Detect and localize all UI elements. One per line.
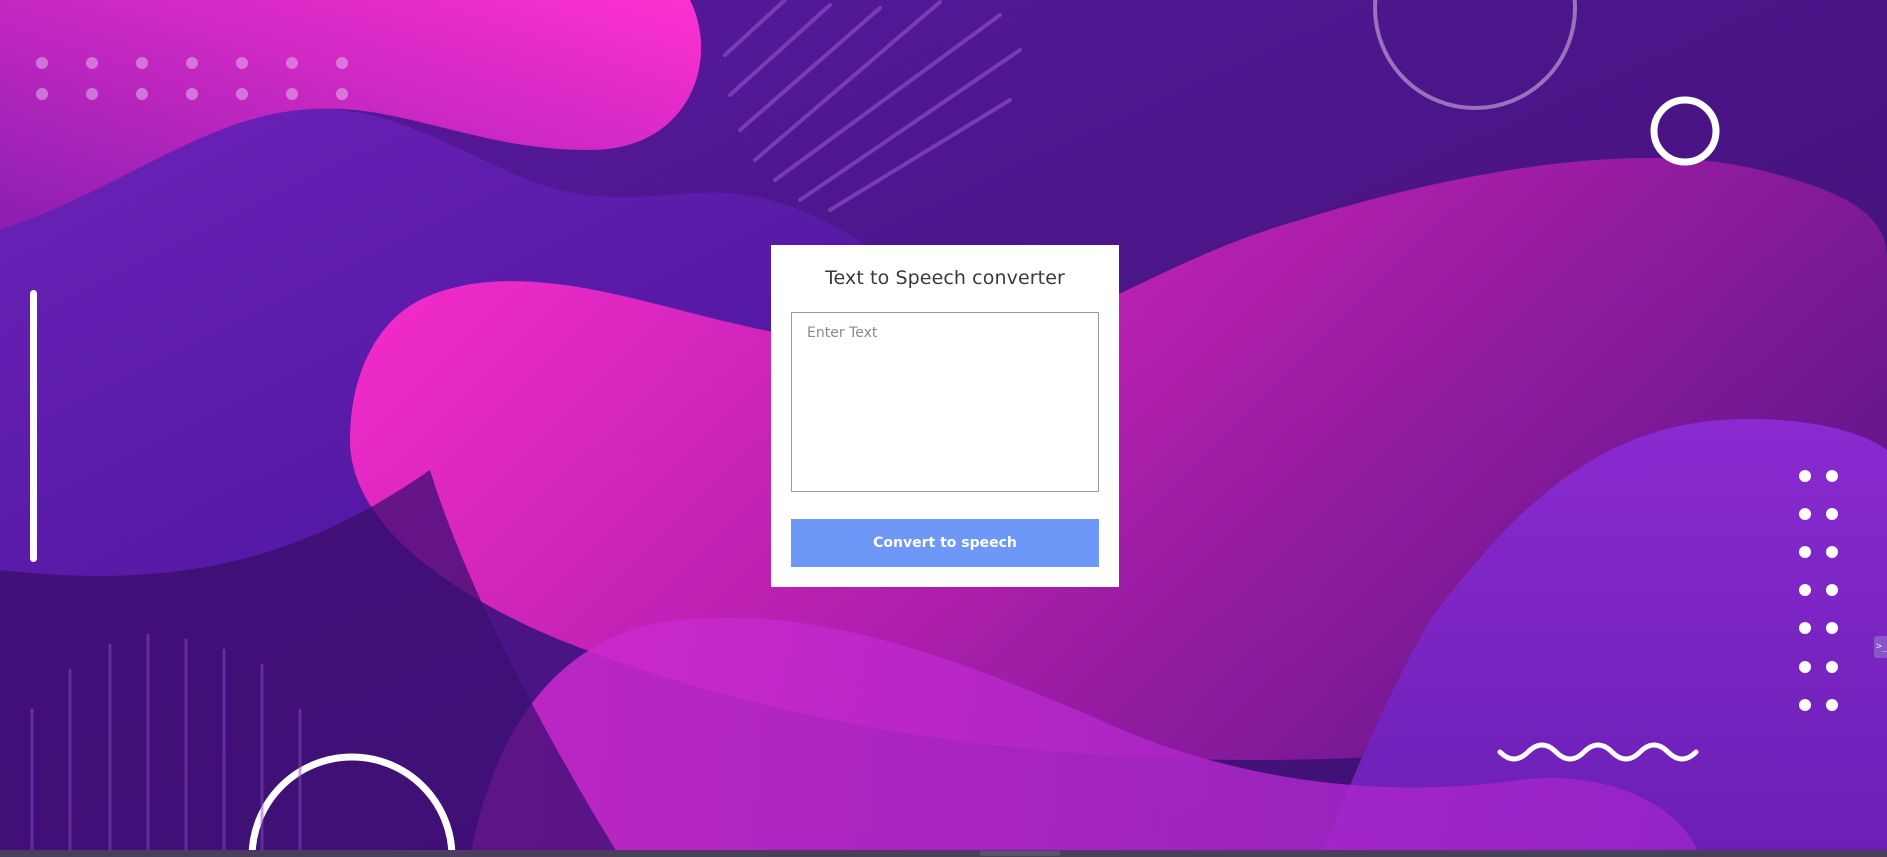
text-input[interactable] [791,312,1099,492]
terminal-side-tab[interactable]: >_ [1874,636,1887,658]
convert-to-speech-button[interactable]: Convert to speech [791,519,1099,567]
horizontal-scrollbar[interactable] [0,850,1887,857]
terminal-icon: >_ [1876,641,1887,652]
page-title: Text to Speech converter [825,267,1065,289]
scrollbar-thumb[interactable] [980,851,1060,856]
tts-card: Text to Speech converter Convert to spee… [771,245,1119,587]
